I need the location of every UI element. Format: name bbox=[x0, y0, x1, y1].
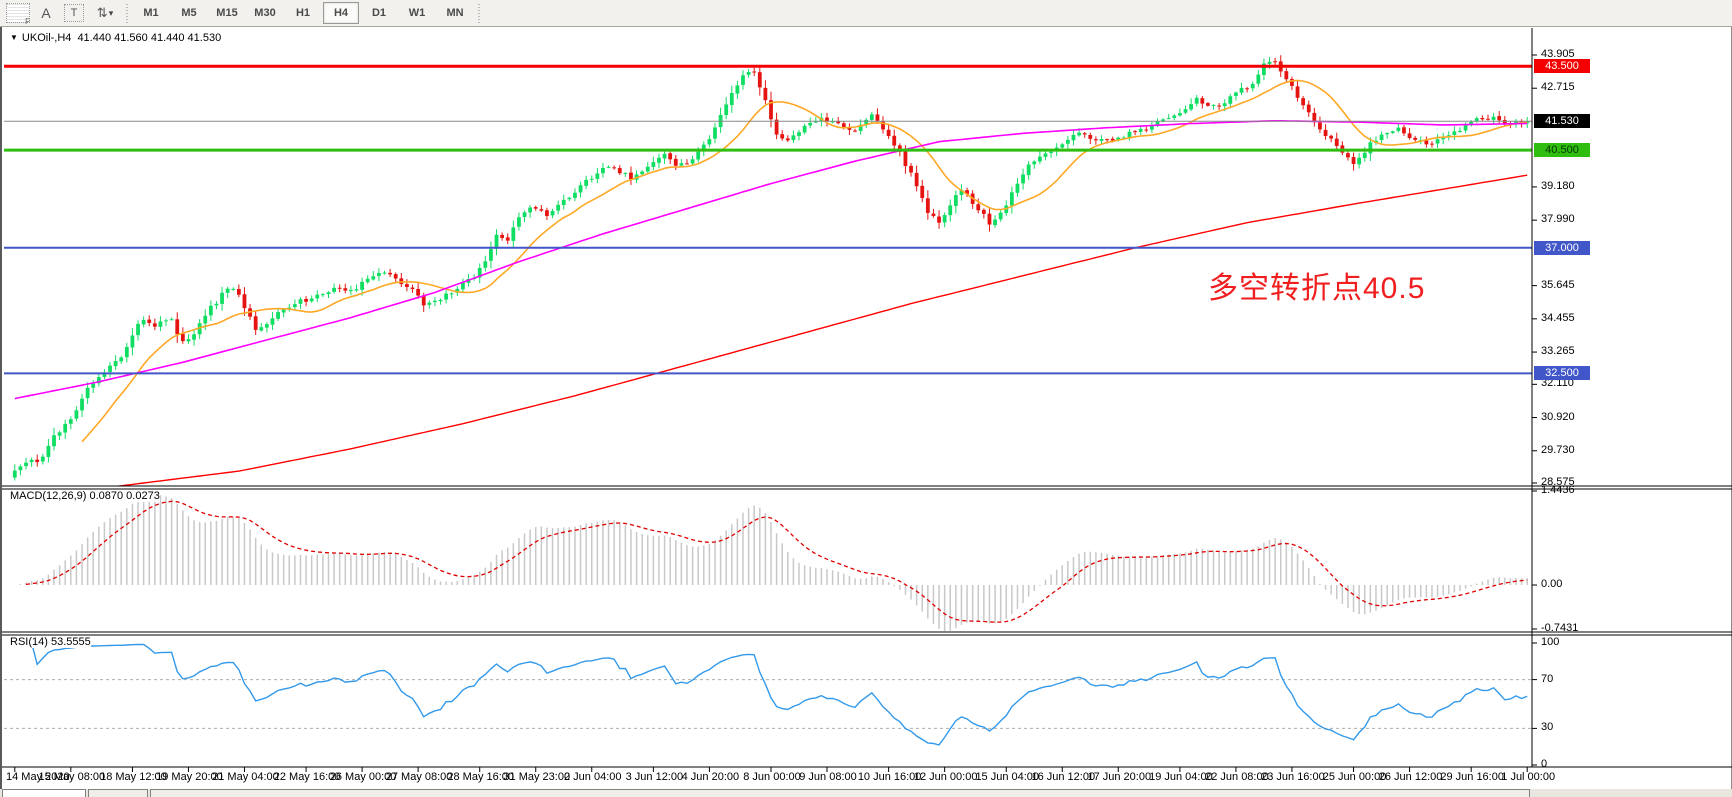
price-badge-37.000: 37.000 bbox=[1534, 241, 1590, 255]
rsi-axis-label: 100 bbox=[1541, 636, 1559, 648]
price-axis-label: 34.455 bbox=[1541, 312, 1575, 324]
time-axis-label[interactable]: 26 Jun 12:00 bbox=[1376, 771, 1446, 783]
chart-tab[interactable] bbox=[88, 789, 148, 797]
price-badge-32.500: 32.500 bbox=[1534, 366, 1590, 380]
timeframe-button-w1[interactable]: W1 bbox=[399, 2, 435, 24]
chart-window: ▼ UKOil-,H4 41.440 41.560 41.440 41.530 MA… bbox=[0, 27, 1732, 797]
time-axis-label[interactable]: 2 Jun 04:00 bbox=[558, 771, 628, 783]
chart-canvas[interactable] bbox=[2, 27, 1732, 797]
price-axis-label: 29.730 bbox=[1541, 444, 1575, 456]
macd-axis-label: 1.4436 bbox=[1541, 484, 1575, 496]
text-tool-icon[interactable]: T bbox=[62, 3, 86, 23]
dropdown-caret-icon: ▾ bbox=[109, 8, 114, 19]
chart-tab[interactable] bbox=[2, 789, 86, 797]
timeframe-button-mn[interactable]: MN bbox=[437, 2, 473, 24]
arrows-glyph: ⇅ bbox=[97, 5, 108, 21]
mt4-application: { "toolbar": { "icons": { "grip_f": "F",… bbox=[0, 0, 1732, 797]
toolbar: F A T ⇅ ▾ M1M5M15M30H1H4D1W1MN bbox=[0, 0, 1732, 27]
price-axis-label: 30.920 bbox=[1541, 411, 1575, 423]
grid-f-label: F bbox=[25, 17, 30, 26]
timeframe-group: M1M5M15M30H1H4D1W1MN bbox=[132, 2, 474, 24]
price-axis-label: 39.180 bbox=[1541, 180, 1575, 192]
rsi-axis-label: 30 bbox=[1541, 721, 1553, 733]
text-box-t: T bbox=[64, 4, 84, 22]
rsi-axis-label: 70 bbox=[1541, 673, 1553, 685]
chart-annotation-text[interactable]: 多空转折点40.5 bbox=[1208, 263, 1425, 307]
price-badge-40.500: 40.500 bbox=[1534, 143, 1590, 157]
timeframe-button-h1[interactable]: H1 bbox=[285, 2, 321, 24]
price-axis-label: 33.265 bbox=[1541, 345, 1575, 357]
time-axis-label[interactable]: 21 May 04:00 bbox=[210, 771, 280, 783]
time-axis-label[interactable]: 15 May 08:00 bbox=[37, 771, 107, 783]
time-axis-label[interactable]: 12 Jun 00:00 bbox=[911, 771, 981, 783]
symbol-dropdown-icon[interactable]: ▼ bbox=[10, 33, 18, 42]
time-axis-label[interactable]: 27 May 08:00 bbox=[384, 771, 454, 783]
chart-tab-strip bbox=[0, 789, 1732, 797]
timeframe-button-m5[interactable]: M5 bbox=[171, 2, 207, 24]
font-label-icon[interactable]: A bbox=[34, 3, 58, 23]
symbol-label: UKOil-,H4 bbox=[22, 32, 72, 44]
timeframe-button-m15[interactable]: M15 bbox=[209, 2, 245, 24]
time-axis-label[interactable]: 9 Jun 08:00 bbox=[793, 771, 863, 783]
price-badge-43.500: 43.500 bbox=[1534, 59, 1590, 73]
timeframe-button-h4[interactable]: H4 bbox=[323, 2, 359, 24]
dotted-grid-icon[interactable]: F bbox=[6, 3, 30, 23]
toolbar-separator bbox=[478, 3, 480, 23]
price-axis-label: 43.905 bbox=[1541, 48, 1575, 60]
macd-indicator-label: MACD(12,26,9) 0.0870 0.0273 bbox=[10, 490, 160, 502]
timeframe-button-d1[interactable]: D1 bbox=[361, 2, 397, 24]
macd-axis-label: 0.00 bbox=[1541, 578, 1562, 590]
time-axis-label[interactable]: 23 Jun 16:00 bbox=[1258, 771, 1328, 783]
timeframe-button-m30[interactable]: M30 bbox=[247, 2, 283, 24]
time-axis-label[interactable]: 17 Jun 20:00 bbox=[1084, 771, 1154, 783]
macd-axis-label: -0.7431 bbox=[1541, 622, 1578, 634]
rsi-axis-label: 0 bbox=[1541, 758, 1547, 770]
time-axis-label[interactable]: 4 Jun 20:00 bbox=[675, 771, 745, 783]
chart-title: ▼ UKOil-,H4 41.440 41.560 41.440 41.530 bbox=[10, 32, 221, 44]
rsi-indicator-label: RSI(14) 53.5555 bbox=[10, 636, 91, 648]
timeframe-button-m1[interactable]: M1 bbox=[133, 2, 169, 24]
arrows-style-icon[interactable]: ⇅ ▾ bbox=[90, 3, 120, 23]
toolbar-separator bbox=[126, 3, 128, 23]
ohlc-values: 41.440 41.560 41.440 41.530 bbox=[77, 32, 221, 44]
price-axis-label: 37.990 bbox=[1541, 213, 1575, 225]
rsi-pane[interactable] bbox=[2, 634, 1532, 774]
time-axis-label[interactable]: 1 Jul 00:00 bbox=[1493, 771, 1563, 783]
price-badge-41.530: 41.530 bbox=[1534, 114, 1590, 128]
price-axis-label: 35.645 bbox=[1541, 279, 1575, 291]
chart-tab[interactable] bbox=[150, 789, 1530, 797]
price-axis-label: 42.715 bbox=[1541, 81, 1575, 93]
